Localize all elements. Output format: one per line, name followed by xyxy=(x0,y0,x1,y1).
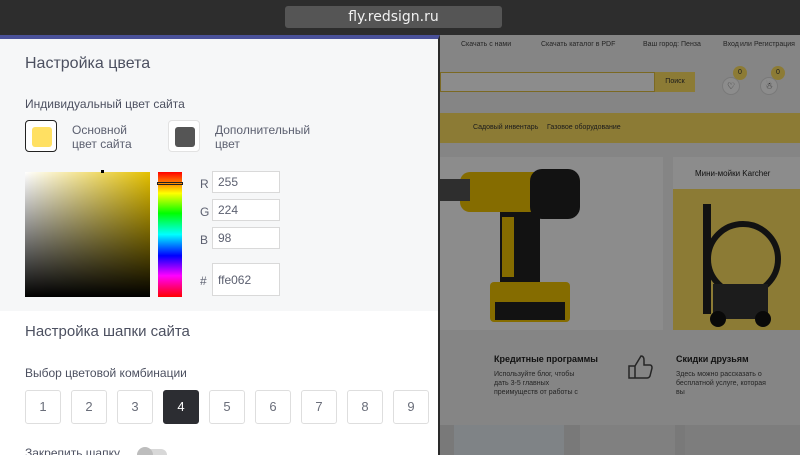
individual-color-label: Индивидуальный цвет сайта xyxy=(25,97,185,111)
site-link-city[interactable]: Ваш город: Пенза xyxy=(643,41,701,48)
combo-button-2[interactable]: 2 xyxy=(71,390,107,424)
drill-image xyxy=(440,169,580,322)
wishlist-count-badge: 0 xyxy=(733,66,747,80)
pin-header-toggle-knob[interactable] xyxy=(137,447,153,455)
info-text-friends: Здесь можно рассказать о бесплатной услу… xyxy=(676,371,766,396)
product-karcher-banner[interactable]: Мини-мойки Karcher xyxy=(673,157,800,330)
site-top-links: Скачать с нами Скачать каталог в PDF Ваш… xyxy=(440,39,800,53)
site-search-input[interactable] xyxy=(440,72,655,92)
hex-input[interactable] xyxy=(212,263,280,296)
product-drill-banner[interactable] xyxy=(440,157,663,330)
combo-button-9[interactable]: 9 xyxy=(393,390,429,424)
settings-panel: Настройка цвета Индивидуальный цвет сайт… xyxy=(0,35,440,455)
header-section-title: Настройка шапки сайта xyxy=(25,323,190,340)
color-section-title: Настройка цвета xyxy=(25,55,151,72)
product-thumb-3[interactable] xyxy=(685,425,800,455)
combo-button-8[interactable]: 8 xyxy=(347,390,383,424)
thumbs-up-icon xyxy=(623,352,653,382)
color-combo-label: Выбор цветовой комбинации xyxy=(25,366,187,380)
cart-count-badge: 0 xyxy=(771,66,785,80)
site-menu-garden[interactable]: Садовый инвентарь xyxy=(473,124,538,131)
site-menu-gas[interactable]: Газовое оборудование xyxy=(547,124,621,131)
primary-color-label[interactable]: Основной цвет сайта xyxy=(72,123,132,151)
url-bar[interactable]: fly.redsign.ru xyxy=(285,6,502,28)
background-website: Скачать с нами Скачать каталог в PDF Ваш… xyxy=(440,35,800,455)
secondary-label-line2: цвет xyxy=(215,137,240,151)
primary-label-line1: Основной xyxy=(72,123,128,137)
red-input[interactable] xyxy=(212,171,280,193)
info-title-credit: Кредитные программы xyxy=(494,354,598,364)
site-bottom-products xyxy=(440,425,800,455)
promo-title: Мини-мойки Karcher xyxy=(695,169,771,178)
blue-input[interactable] xyxy=(212,227,280,249)
green-input[interactable] xyxy=(212,199,280,221)
site-menu: Садовый инвентарь Газовое оборудование xyxy=(440,113,800,143)
hue-slider-handle[interactable] xyxy=(157,182,183,185)
combo-button-6[interactable]: 6 xyxy=(255,390,291,424)
site-link-contact[interactable]: Скачать с нами xyxy=(461,41,511,48)
promo-background xyxy=(673,189,800,330)
site-link-login[interactable]: Вход xyxy=(723,41,739,48)
sv-picker-handle[interactable] xyxy=(101,170,104,173)
site-link-or: или xyxy=(740,41,752,48)
secondary-color-chip xyxy=(175,127,195,147)
site-link-register[interactable]: Регистрация xyxy=(754,41,795,48)
combo-button-7[interactable]: 7 xyxy=(301,390,337,424)
red-label: R xyxy=(200,177,209,191)
secondary-color-swatch[interactable] xyxy=(168,120,200,152)
combo-button-5[interactable]: 5 xyxy=(209,390,245,424)
hex-label: # xyxy=(200,274,207,288)
blue-label: B xyxy=(200,233,209,247)
pin-header-toggle[interactable] xyxy=(137,447,167,455)
green-label: G xyxy=(200,205,210,219)
saturation-value-picker[interactable] xyxy=(25,170,150,297)
site-search-button[interactable]: Поиск xyxy=(655,72,695,92)
site-info-blocks: Кредитные программы Используйте блог, чт… xyxy=(440,340,800,400)
info-text-credit: Используйте блог, чтобы дать 3-5 главных… xyxy=(494,371,578,396)
secondary-label-line1: Дополнительный xyxy=(215,123,311,137)
primary-color-swatch[interactable] xyxy=(25,120,57,152)
info-title-friends: Скидки друзьям xyxy=(676,354,749,364)
pin-header-label: Закрепить шапку xyxy=(25,446,120,455)
site-link-pdf[interactable]: Скачать каталог в PDF xyxy=(541,41,615,48)
hue-slider[interactable] xyxy=(157,172,183,297)
product-thumb-2[interactable] xyxy=(580,425,675,455)
browser-topbar: fly.redsign.ru xyxy=(0,0,800,35)
pressure-washer-image xyxy=(703,204,781,327)
primary-color-chip xyxy=(32,127,52,147)
secondary-color-label[interactable]: Дополнительный цвет xyxy=(215,123,310,151)
combo-button-4[interactable]: 4 xyxy=(163,390,199,424)
primary-label-line2: цвет сайта xyxy=(72,137,132,151)
combo-button-3[interactable]: 3 xyxy=(117,390,153,424)
combo-button-1[interactable]: 1 xyxy=(25,390,61,424)
product-thumb-1[interactable] xyxy=(454,425,564,455)
